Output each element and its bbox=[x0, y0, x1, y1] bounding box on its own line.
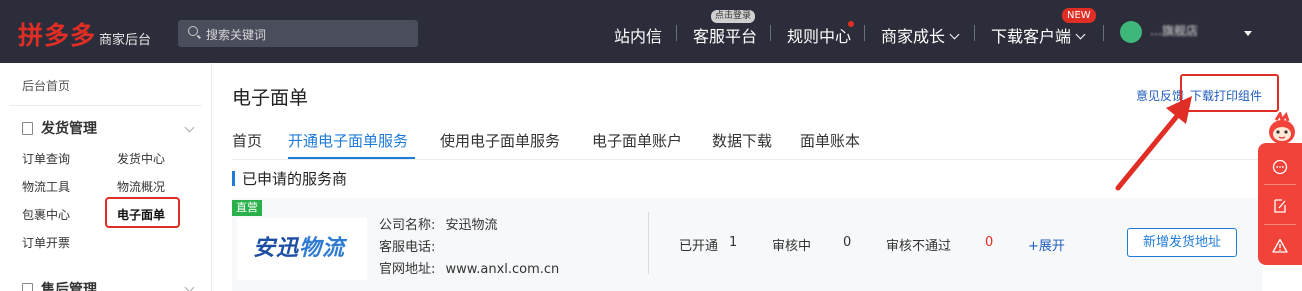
nav-download-client[interactable]: 下载客户端 bbox=[991, 23, 1086, 47]
tab-data-download[interactable]: 数据下载 bbox=[712, 130, 772, 151]
sidebar-group-after-sales[interactable]: 售后管理 bbox=[22, 279, 97, 291]
checkbox-icon bbox=[22, 283, 33, 291]
sidebar-group-shipping[interactable]: 发货管理 bbox=[22, 118, 97, 138]
highlight-box-e-waybill bbox=[105, 197, 180, 228]
page-title: 电子面单 bbox=[232, 87, 309, 109]
sidebar-item-order-query[interactable]: 订单查询 bbox=[22, 150, 70, 167]
new-badge: NEW bbox=[1062, 8, 1096, 23]
nav-divider bbox=[974, 25, 975, 41]
company-name-row: 公司名称: 安迅物流 bbox=[379, 214, 498, 233]
sidebar: 后台首页 发货管理 订单查询 发货中心 物流工具 物流概况 包裹中心 电子面单 … bbox=[0, 63, 212, 291]
avatar[interactable] bbox=[1120, 21, 1142, 43]
annotation-arrow bbox=[1115, 96, 1192, 191]
mascot-icon[interactable] bbox=[1264, 112, 1300, 146]
provider-logo-part1: 安迅 bbox=[253, 236, 300, 261]
sidebar-group-label: 发货管理 bbox=[41, 121, 97, 137]
add-shipping-address-button[interactable]: 新增发货地址 bbox=[1127, 228, 1237, 257]
company-name-label: 公司名称: bbox=[379, 218, 436, 233]
nav-customer-service[interactable]: 客服平台 bbox=[693, 23, 757, 47]
nav-rules-center[interactable]: 规则中心 bbox=[787, 23, 851, 47]
doc-icon bbox=[22, 122, 33, 135]
provider-logo-part2: 物流 bbox=[299, 236, 346, 261]
tab-account[interactable]: 电子面单账户 bbox=[592, 130, 682, 151]
search-placeholder: 搜索关键词 bbox=[206, 28, 267, 42]
sidebar-item-invoicing[interactable]: 订单开票 bbox=[22, 234, 70, 251]
reviewing-count: 0 bbox=[843, 235, 852, 250]
toolbar-divider bbox=[1264, 224, 1296, 225]
nav-download-client-label: 下载客户端 bbox=[991, 27, 1072, 46]
website-row: 官网地址: www.anxl.com.cn bbox=[379, 258, 559, 277]
tab-home[interactable]: 首页 bbox=[232, 130, 262, 151]
website-label: 官网地址: bbox=[379, 262, 436, 277]
chevron-down-icon[interactable] bbox=[184, 282, 195, 291]
chat-icon[interactable] bbox=[1272, 159, 1288, 175]
nav-divider bbox=[770, 25, 771, 41]
tab-open-service[interactable]: 开通电子面单服务 bbox=[288, 130, 408, 151]
website-value: www.anxl.com.cn bbox=[445, 262, 560, 277]
reviewing-label: 审核中 bbox=[772, 239, 812, 254]
sidebar-divider bbox=[10, 105, 202, 106]
sidebar-item-home[interactable]: 后台首页 bbox=[22, 77, 70, 94]
brand-subtitle: 商家后台 bbox=[99, 33, 152, 48]
phone-row: 客服电话: bbox=[379, 236, 441, 255]
nav-divider bbox=[676, 25, 677, 41]
opened-label: 已开通 bbox=[679, 239, 719, 254]
tab-ledger[interactable]: 面单账本 bbox=[800, 130, 860, 151]
company-name-value: 安迅物流 bbox=[445, 218, 498, 233]
nav-divider bbox=[1103, 25, 1104, 41]
sidebar-group-label: 售后管理 bbox=[41, 282, 97, 291]
nav-merchant-growth-label: 商家成长 bbox=[881, 27, 946, 46]
shop-name[interactable]: …旗舰店 bbox=[1150, 22, 1198, 39]
card-divider bbox=[648, 212, 649, 274]
section-title: 已申请的服务商 bbox=[242, 170, 348, 188]
chevron-down-icon bbox=[949, 29, 960, 40]
nav-messages[interactable]: 站内信 bbox=[614, 23, 662, 47]
rejected-count: 0 bbox=[985, 235, 994, 250]
direct-tag: 直营 bbox=[232, 200, 262, 216]
sidebar-item-logistics-overview[interactable]: 物流概况 bbox=[117, 178, 165, 195]
search-input[interactable]: 搜索关键词 bbox=[178, 20, 418, 47]
top-navbar: 拼多多 商家后台 搜索关键词 站内信 点击登录 客服平台 规则中心 商家成长 N… bbox=[0, 0, 1302, 63]
phone-label: 客服电话: bbox=[379, 240, 436, 255]
rejected-label: 审核不通过 bbox=[886, 239, 952, 254]
active-tab-indicator bbox=[288, 157, 415, 159]
chevron-down-icon bbox=[1075, 29, 1086, 40]
provider-logo-text: 安迅物流 bbox=[253, 230, 345, 262]
tab-use-service[interactable]: 使用电子面单服务 bbox=[440, 130, 560, 151]
search-icon bbox=[188, 26, 198, 36]
expand-link[interactable]: +展开 bbox=[1028, 235, 1065, 254]
opened-count: 1 bbox=[729, 235, 738, 250]
nav-divider bbox=[864, 25, 865, 41]
toolbar-divider bbox=[1264, 184, 1296, 185]
edit-icon[interactable] bbox=[1272, 198, 1288, 214]
warning-icon[interactable] bbox=[1272, 238, 1288, 254]
notification-dot bbox=[848, 21, 854, 27]
section-accent-bar bbox=[232, 171, 235, 186]
sidebar-item-shipping-center[interactable]: 发货中心 bbox=[117, 150, 165, 167]
sidebar-item-package-center[interactable]: 包裹中心 bbox=[22, 206, 70, 223]
sidebar-item-logistics-tools[interactable]: 物流工具 bbox=[22, 178, 70, 195]
brand-logo[interactable]: 拼多多 bbox=[18, 16, 96, 52]
chevron-down-icon[interactable] bbox=[184, 122, 195, 133]
account-caret-icon[interactable] bbox=[1244, 31, 1252, 36]
service-login-badge: 点击登录 bbox=[711, 10, 756, 23]
nav-merchant-growth[interactable]: 商家成长 bbox=[881, 23, 960, 47]
floating-toolbar bbox=[1258, 143, 1302, 265]
